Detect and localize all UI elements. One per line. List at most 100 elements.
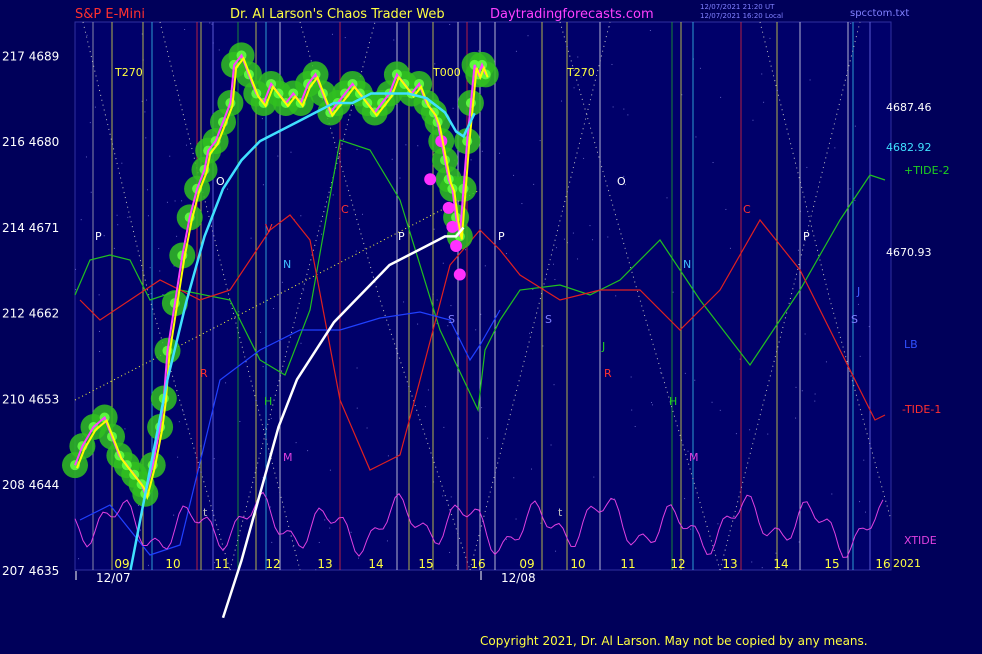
star — [854, 125, 856, 127]
star — [442, 262, 444, 264]
star — [611, 63, 613, 65]
marker-label: J — [856, 285, 860, 298]
star — [550, 444, 552, 446]
star — [539, 140, 541, 142]
star — [434, 63, 436, 65]
star — [356, 148, 358, 150]
star — [660, 372, 662, 374]
star — [169, 155, 171, 157]
legend-lb: LB — [904, 338, 918, 351]
x-tick-label: 16 — [875, 557, 890, 571]
star — [90, 191, 92, 193]
star — [699, 67, 701, 69]
star — [300, 215, 302, 217]
star — [634, 426, 636, 428]
star — [831, 493, 833, 495]
marker-label: S — [851, 313, 858, 326]
star — [366, 427, 368, 429]
x-tick-label: 13 — [722, 557, 737, 571]
star — [672, 291, 674, 293]
star — [315, 569, 317, 571]
legend-year: 2021 — [893, 557, 921, 570]
star — [857, 303, 859, 305]
star — [612, 106, 614, 108]
star — [804, 333, 806, 335]
star — [147, 215, 149, 217]
star — [403, 301, 405, 303]
star — [355, 250, 357, 252]
x-tick-label: 12 — [265, 557, 280, 571]
star — [321, 233, 323, 235]
star — [166, 201, 168, 203]
star — [761, 73, 763, 75]
star — [447, 500, 449, 502]
star — [75, 268, 77, 270]
y-tick-label: 217 4689 — [2, 49, 59, 63]
date-label: 12/08 — [501, 571, 536, 585]
star — [98, 330, 100, 332]
star — [159, 270, 161, 272]
star — [513, 174, 515, 176]
star — [720, 96, 722, 98]
star — [361, 213, 363, 215]
star — [795, 417, 797, 419]
star — [593, 476, 595, 478]
instrument-title: S&P E-Mini — [75, 7, 145, 22]
marker-label: C — [341, 203, 349, 216]
star — [329, 527, 331, 529]
marker-label: O — [617, 175, 626, 188]
star — [806, 166, 808, 168]
star — [433, 228, 435, 230]
star — [442, 495, 444, 497]
site-url[interactable]: Daytradingforecasts.com — [490, 7, 654, 22]
star — [139, 529, 141, 531]
star — [561, 100, 563, 102]
star — [630, 376, 632, 378]
star — [427, 389, 429, 391]
star — [281, 281, 283, 283]
x-tick-label: 16 — [470, 557, 485, 571]
star — [735, 433, 737, 435]
star — [572, 232, 574, 234]
star — [424, 406, 426, 408]
star — [515, 518, 517, 520]
star — [450, 305, 452, 307]
star — [99, 351, 101, 353]
x-tick-label: 09 — [114, 557, 129, 571]
marker-label: R — [604, 367, 612, 380]
star — [484, 265, 486, 267]
x-tick-label: 09 — [519, 557, 534, 571]
star — [271, 541, 273, 543]
star — [399, 177, 401, 179]
star — [269, 506, 271, 508]
star — [814, 400, 816, 402]
star — [763, 101, 765, 103]
marker-label: S — [448, 313, 455, 326]
star — [475, 329, 477, 331]
star — [98, 294, 100, 296]
star — [270, 417, 272, 419]
star — [86, 34, 88, 36]
star — [387, 455, 389, 457]
star — [719, 409, 721, 411]
star — [184, 28, 186, 30]
star — [85, 156, 87, 158]
star — [684, 372, 686, 374]
x-tick-label: 15 — [418, 557, 433, 571]
x-tick-label: 15 — [824, 557, 839, 571]
star — [177, 456, 179, 458]
star — [124, 428, 126, 430]
star — [863, 459, 865, 461]
star — [532, 289, 534, 291]
star — [752, 119, 754, 121]
star — [530, 468, 532, 470]
marker-label: R — [200, 367, 208, 380]
star — [729, 247, 731, 249]
star — [651, 402, 653, 404]
star — [814, 393, 816, 395]
star — [631, 409, 633, 411]
star — [80, 219, 82, 221]
star — [436, 299, 438, 301]
star — [623, 108, 625, 110]
star — [386, 540, 388, 542]
